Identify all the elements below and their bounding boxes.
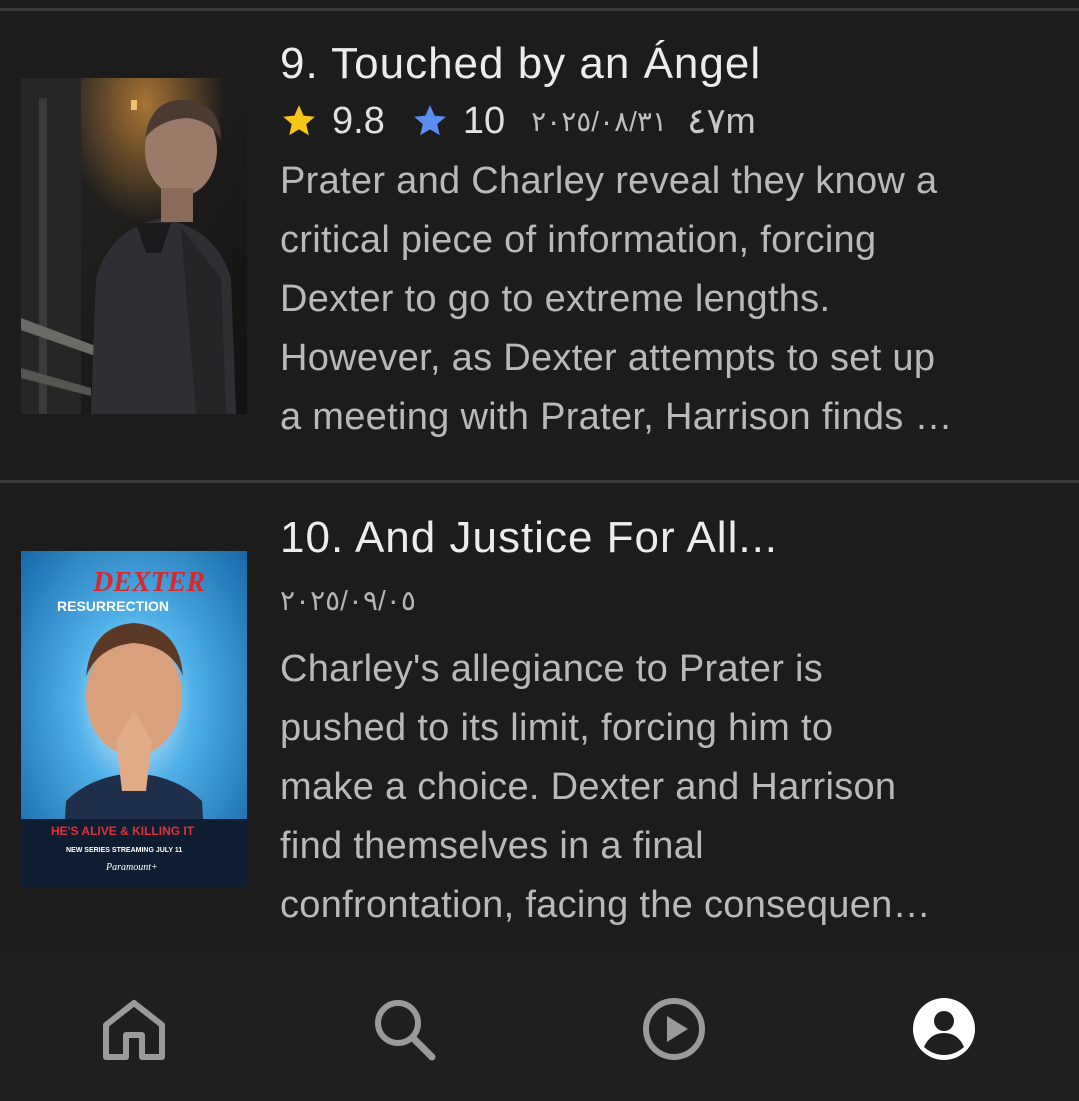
poster-network: Paramount+ [105,862,158,873]
air-date: ٢٠٢٥/٠٩/٠٥ [280,585,416,616]
description-line: find themselves in a final [280,825,704,867]
description-line: critical piece of information, forcing [280,219,877,261]
episode-poster[interactable]: DEXTER RESURRECTION HE'S ALIVE & KILLING… [21,551,247,887]
profile-icon [913,998,975,1060]
episode-title: 9. Touched by an Ángel [280,39,762,88]
description-line: make a choice. Dexter and Harrison [280,766,897,808]
poster-release: NEW SERIES STREAMING JULY 11 [66,847,182,854]
rating-value: 9.8 [332,99,385,142]
description-line: confrontation, facing the consequen… [280,884,931,926]
poster-brand: DEXTER [92,567,205,598]
description-line: Charley's allegiance to Prater is [280,648,824,690]
air-date: ٢٠٢٥/٠٨/٣١ [531,105,667,137]
home-icon [103,1000,165,1060]
episode-description: Charley's allegiance to Prater is pushed… [280,640,1049,935]
poster-tagline: HE'S ALIVE & KILLING IT [51,824,195,838]
description-line: Prater and Charley reveal they know a [280,160,938,202]
episode-thumbnail[interactable] [21,78,247,414]
description-line: a meeting with Prater, Harrison finds … [280,396,953,438]
search-button[interactable] [370,995,438,1063]
episode-description: Prater and Charley reveal they know a cr… [280,152,1049,447]
profile-button[interactable] [910,995,978,1063]
episode-item[interactable]: DEXTER RESURRECTION HE'S ALIVE & KILLING… [0,484,1079,954]
top-divider [0,8,1079,11]
home-button[interactable] [100,995,168,1063]
description-line: Dexter to go to extreme lengths. [280,278,831,320]
user-rating-value: 10 [462,99,506,142]
search-icon [375,1000,436,1061]
star-icon [283,105,315,136]
play-button[interactable] [640,995,708,1063]
episode-meta: 9.8 10 ٢٠٢٥/٠٨/٣١ ٤٧m [280,94,1049,148]
poster-subtitle: RESURRECTION [57,598,169,614]
row-divider [0,480,1079,483]
description-line: However, as Dexter attempts to set up [280,337,936,379]
bottom-navigation [0,953,1079,1101]
description-line: pushed to its limit, forcing him to [280,707,834,749]
episode-item[interactable]: 9. Touched by an Ángel 9.8 10 ٢٠٢٥/٠٨/٣١… [0,12,1079,480]
blue-star-icon [413,105,446,136]
episode-title: 10. And Justice For All... [280,513,779,562]
play-icon [643,998,705,1060]
runtime: ٤٧m [686,100,756,141]
